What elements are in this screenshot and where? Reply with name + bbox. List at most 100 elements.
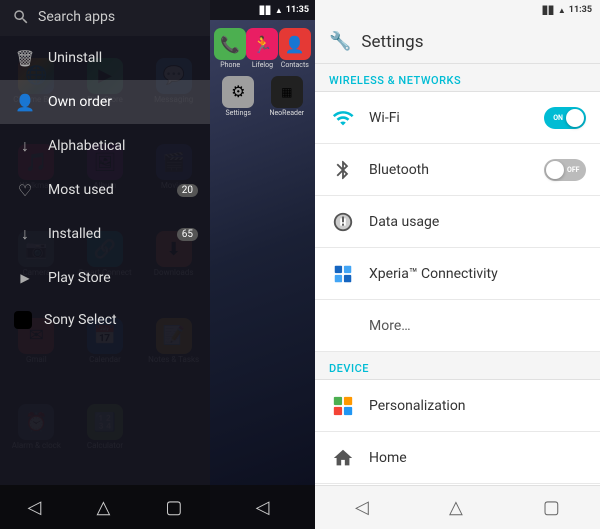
middle-panel: ▊▊ ▲ 11:35 📞 Phone 🏃 Lifelog xyxy=(210,0,315,529)
bluetooth-label: Bluetooth xyxy=(369,162,544,178)
uninstall-icon: 🗑 xyxy=(14,47,36,69)
mid-row-1: 📞 Phone 🏃 Lifelog 👤 Contacts xyxy=(214,28,311,70)
app-contacts[interactable]: 👤 Contacts xyxy=(281,28,309,70)
home-settings-icon xyxy=(329,444,357,472)
mid-wifi-icon: ▲ xyxy=(275,6,283,15)
menu-item-uninstall[interactable]: 🗑 Uninstall xyxy=(0,36,210,80)
phone-label: Phone xyxy=(212,62,248,70)
menu-item-alphabetical-label: Alphabetical xyxy=(48,138,125,154)
menu-item-play-store[interactable]: ▶ Play Store xyxy=(0,256,210,300)
back-button-right[interactable]: ◁ xyxy=(339,489,385,526)
right-nav-bar: ◁ △ ▢ xyxy=(315,485,600,529)
app-neoreader[interactable]: ▦ NeoReader xyxy=(273,76,301,118)
menu-item-installed-label: Installed xyxy=(48,226,101,242)
settings-item-more[interactable]: More… xyxy=(315,300,600,352)
settings-wrench-icon: 🔧 xyxy=(329,31,351,52)
neoreader-icon: ▦ xyxy=(271,76,303,108)
home-button-left[interactable]: △ xyxy=(80,489,126,526)
menu-item-sony-select[interactable]: Sony Select xyxy=(0,300,210,340)
mid-row-2: ⚙ Settings ▦ NeoReader xyxy=(214,76,311,118)
search-icon xyxy=(12,8,30,26)
xperia-label: Xperia™ Connectivity xyxy=(369,266,586,282)
most-used-badge: 20 xyxy=(177,184,198,197)
menu-item-installed[interactable]: ↓ Installed 65 xyxy=(0,212,210,256)
bluetooth-toggle-knob xyxy=(546,161,564,179)
section-wireless: WIRELESS & NETWORKS xyxy=(315,64,600,92)
right-signal-icon: ▊▊ xyxy=(543,6,555,15)
settings-item-home[interactable]: Home xyxy=(315,432,600,484)
mid-signal-icon: ▊▊ xyxy=(260,6,272,15)
bluetooth-toggle[interactable]: OFF xyxy=(544,159,586,181)
most-used-icon: ♡ xyxy=(14,179,36,201)
menu-item-own-order[interactable]: 👤 Own order xyxy=(0,80,210,124)
more-label: More… xyxy=(369,318,586,334)
mid-nav-bar: ◁ xyxy=(210,485,315,529)
settings-label: Settings xyxy=(220,110,256,118)
wifi-label: Wi-Fi xyxy=(369,110,544,126)
right-wifi-icon: ▲ xyxy=(558,6,566,15)
menu-item-own-order-label: Own order xyxy=(48,94,112,110)
xperia-icon xyxy=(329,260,357,288)
settings-header: 🔧 Settings xyxy=(315,20,600,64)
back-button-mid[interactable]: ◁ xyxy=(240,489,286,526)
contacts-icon: 👤 xyxy=(279,28,311,60)
menu-item-uninstall-label: Uninstall xyxy=(48,50,102,66)
bluetooth-toggle-off-label: OFF xyxy=(567,166,580,174)
installed-badge: 65 xyxy=(177,228,198,241)
more-icon xyxy=(329,312,357,340)
left-panel: Search apps 🌐Chrome Beta ▶Play Store 💬Me… xyxy=(0,0,210,529)
app-sort-menu: 🗑 Uninstall 👤 Own order ↓ Alphabetical ♡… xyxy=(0,36,210,485)
right-clock: 11:35 xyxy=(569,5,592,15)
menu-item-alphabetical[interactable]: ↓ Alphabetical xyxy=(0,124,210,168)
left-nav-bar: ◁ △ ▢ xyxy=(0,485,210,529)
wifi-toggle-on-label: ON xyxy=(553,114,563,122)
search-label: Search apps xyxy=(38,9,115,25)
menu-item-sony-select-label: Sony Select xyxy=(44,312,117,328)
wifi-icon xyxy=(329,104,357,132)
section-device: DEVICE xyxy=(315,352,600,380)
settings-item-personalization[interactable]: Personalization xyxy=(315,380,600,432)
menu-item-most-used-label: Most used xyxy=(48,182,114,198)
settings-content: WIRELESS & NETWORKS Wi-Fi ON Bluetooth xyxy=(315,64,600,485)
mid-clock: 11:35 xyxy=(286,5,309,15)
settings-item-xperia[interactable]: Xperia™ Connectivity xyxy=(315,248,600,300)
bluetooth-icon xyxy=(329,156,357,184)
right-status-bar: ▊▊ ▲ 11:35 xyxy=(315,0,600,20)
own-order-icon: 👤 xyxy=(14,91,36,113)
personalization-icon xyxy=(329,392,357,420)
installed-icon: ↓ xyxy=(14,223,36,245)
lifelog-label: Lifelog xyxy=(244,62,280,70)
settings-item-wifi[interactable]: Wi-Fi ON xyxy=(315,92,600,144)
settings-item-bluetooth[interactable]: Bluetooth OFF xyxy=(315,144,600,196)
data-usage-icon xyxy=(329,208,357,236)
mid-status-bar: ▊▊ ▲ 11:35 xyxy=(210,0,315,20)
home-button-right[interactable]: △ xyxy=(433,489,479,526)
contacts-label: Contacts xyxy=(277,62,313,70)
play-store-icon: ▶ xyxy=(14,267,36,289)
right-panel: ▊▊ ▲ 11:35 🔧 Settings WIRELESS & NETWORK… xyxy=(315,0,600,529)
settings-icon: ⚙ xyxy=(222,76,254,108)
app-lifelog[interactable]: 🏃 Lifelog xyxy=(248,28,276,70)
home-label: Home xyxy=(369,450,586,466)
mid-app-list: 📞 Phone 🏃 Lifelog 👤 Contacts xyxy=(210,20,315,131)
neoreader-label: NeoReader xyxy=(269,110,305,118)
back-button-left[interactable]: ◁ xyxy=(12,489,58,526)
menu-item-most-used[interactable]: ♡ Most used 20 xyxy=(0,168,210,212)
phone-icon: 📞 xyxy=(214,28,246,60)
settings-item-data-usage[interactable]: Data usage xyxy=(315,196,600,248)
mid-background: 📞 Phone 🏃 Lifelog 👤 Contacts xyxy=(210,20,315,485)
recents-button-left[interactable]: ▢ xyxy=(149,489,198,526)
wifi-toggle-knob xyxy=(566,109,584,127)
wifi-toggle[interactable]: ON xyxy=(544,107,586,129)
menu-item-play-store-label: Play Store xyxy=(48,270,111,286)
settings-title: Settings xyxy=(361,32,423,52)
data-usage-label: Data usage xyxy=(369,214,586,230)
search-bar[interactable]: Search apps xyxy=(0,0,210,34)
personalization-label: Personalization xyxy=(369,398,586,414)
recents-button-right[interactable]: ▢ xyxy=(527,489,576,526)
app-settings[interactable]: ⚙ Settings xyxy=(224,76,252,118)
sony-select-icon xyxy=(14,311,32,329)
app-phone[interactable]: 📞 Phone xyxy=(216,28,244,70)
lifelog-icon: 🏃 xyxy=(246,28,278,60)
alphabetical-icon: ↓ xyxy=(14,135,36,157)
